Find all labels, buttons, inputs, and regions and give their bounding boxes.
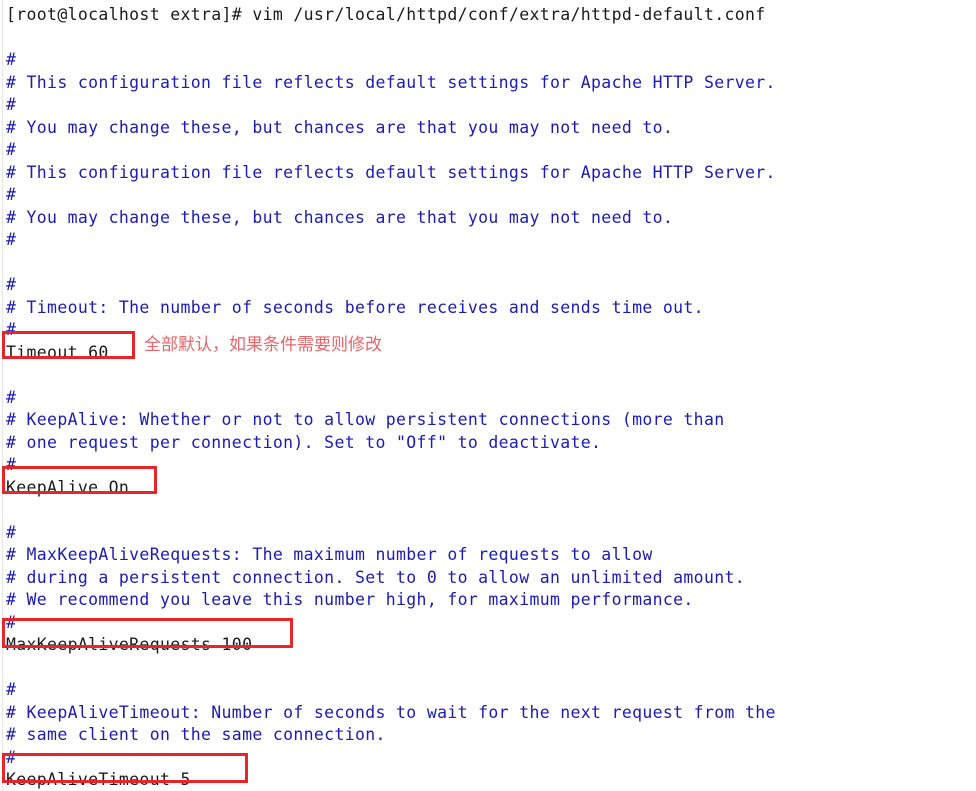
config-comment-line: # This configuration file reflects defau… [6,162,776,182]
shell-prompt-line: [root@localhost extra]# vim /usr/local/h… [6,5,766,24]
config-directive-line: KeepAliveTimeout 5 [6,770,191,789]
config-comment-line: # [6,320,17,339]
config-comment-line: # [6,612,17,632]
config-comment-line: # [6,455,17,474]
config-directive-line: Timeout 60 [6,342,109,362]
config-comment-line: # You may change these, but chances are … [6,117,674,137]
config-directive-line: MaxKeepAliveRequests 100 [6,635,253,654]
config-comment-line: # [6,95,17,114]
config-comment-line: # same client on the same connection. [6,725,386,744]
config-comment-line: # [6,275,17,294]
config-comment-line: # [6,140,17,159]
config-comment-line: # KeepAlive: Whether or not to allow per… [6,410,725,429]
config-comment-line: # [6,747,17,767]
config-comment-line: # [6,680,17,699]
config-comment-line: # This configuration file reflects defau… [6,72,776,92]
config-comment-line: # [6,185,17,204]
config-comment-line: # [6,387,17,407]
config-comment-line: # We recommend you leave this number hig… [6,590,694,609]
config-comment-line: # You may change these, but chances are … [6,207,674,227]
config-comment-line: # [6,230,17,249]
config-comment-line: # [6,522,17,542]
config-comment-line: # KeepAliveTimeout: Number of seconds to… [6,702,776,722]
config-comment-line: # MaxKeepAliveRequests: The maximum numb… [6,545,653,564]
annotation-note-timeout: 全部默认，如果条件需要则修改 [144,335,382,355]
config-comment-line: # during a persistent connection. Set to… [6,567,745,587]
config-directive-line: KeepAlive On [6,477,130,497]
config-comment-line: # Timeout: The number of seconds before … [6,297,704,317]
terminal-output-area: [root@localhost extra]# vim /usr/local/h… [0,0,976,791]
config-comment-line: # one request per connection). Set to "O… [6,432,602,452]
config-comment-line: # [6,50,17,69]
